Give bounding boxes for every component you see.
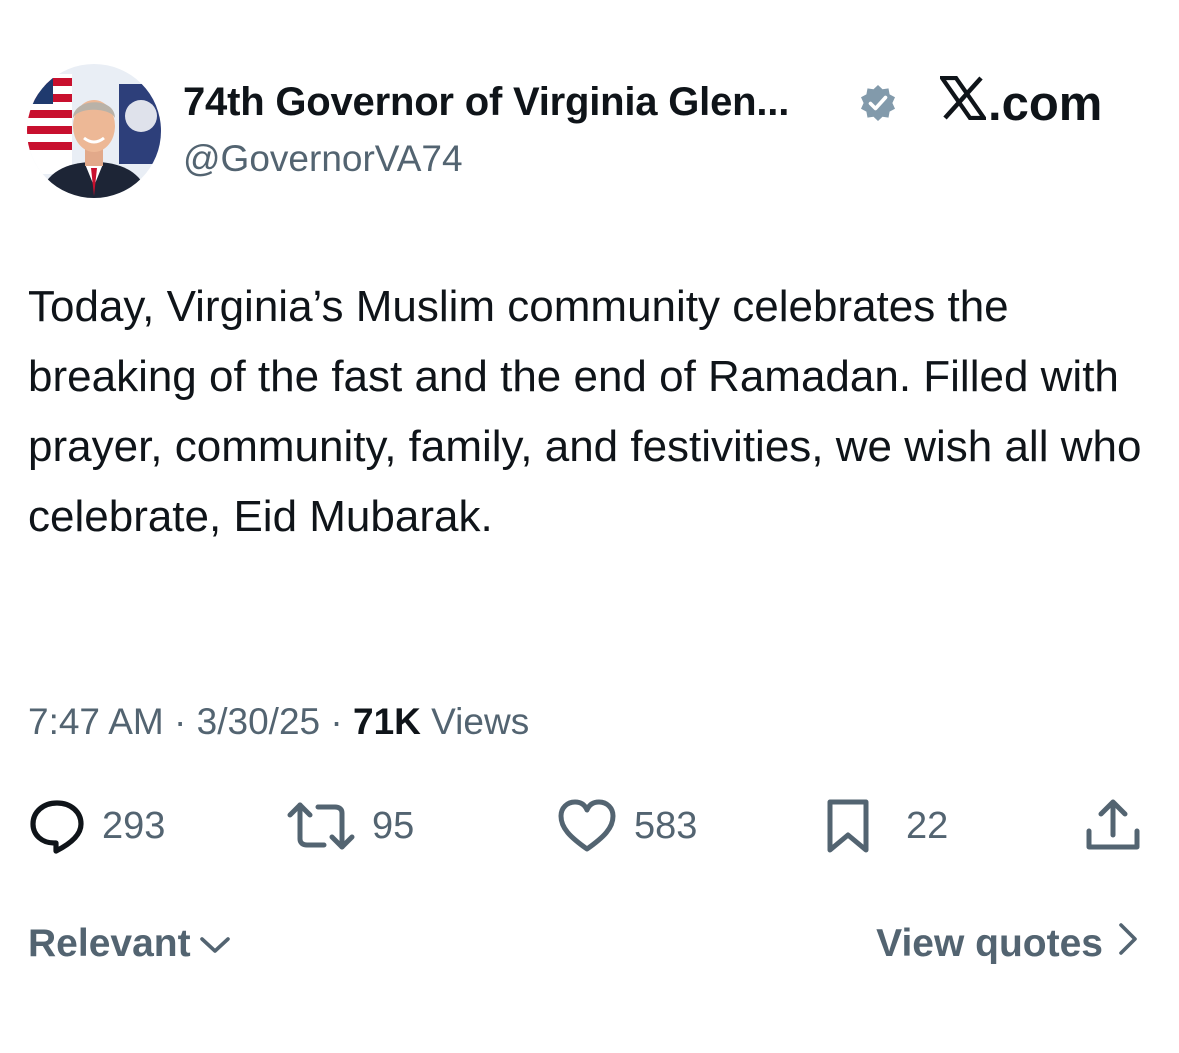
x-logo-icon	[937, 75, 989, 132]
meta-separator: ·	[320, 701, 353, 742]
verified-badge-icon	[858, 83, 898, 123]
bookmark-count: 22	[906, 804, 949, 847]
chevron-down-icon	[199, 922, 231, 966]
views-label: Views	[420, 701, 530, 742]
repost-count: 95	[372, 804, 415, 847]
view-quotes-label: View quotes	[876, 922, 1103, 965]
reply-button[interactable]: 293	[28, 796, 165, 856]
like-button[interactable]: 583	[556, 796, 697, 856]
reply-count: 293	[102, 804, 166, 847]
repost-button[interactable]: 95	[286, 796, 414, 856]
reply-icon	[28, 797, 86, 855]
bookmark-icon	[824, 797, 872, 855]
share-icon	[1084, 797, 1142, 855]
post-meta: 7:47 AM · 3/30/25 · 71K Views	[28, 701, 529, 743]
repost-icon	[286, 797, 356, 855]
avatar[interactable]	[27, 64, 161, 198]
brand-watermark: .com	[937, 75, 1103, 132]
view-quotes-link[interactable]: View quotes	[876, 922, 1139, 966]
post-time[interactable]: 7:47 AM	[28, 701, 164, 742]
post-text: Today, Virginia’s Muslim community celeb…	[28, 282, 1142, 541]
sort-dropdown[interactable]: Relevant	[28, 922, 231, 966]
sort-label: Relevant	[28, 922, 191, 965]
chevron-right-icon	[1117, 922, 1139, 966]
heart-icon	[556, 797, 618, 855]
views-count: 71K	[353, 701, 421, 742]
user-handle[interactable]: @GovernorVA74	[183, 138, 463, 180]
brand-text: .com	[988, 77, 1103, 131]
like-count: 583	[634, 804, 698, 847]
bookmark-button[interactable]: 22	[824, 796, 948, 856]
meta-separator: ·	[163, 701, 197, 742]
post-date[interactable]: 3/30/25	[197, 701, 320, 742]
share-button[interactable]	[1084, 796, 1142, 856]
display-name[interactable]: 74th Governor of Virginia Glen...	[183, 80, 789, 125]
